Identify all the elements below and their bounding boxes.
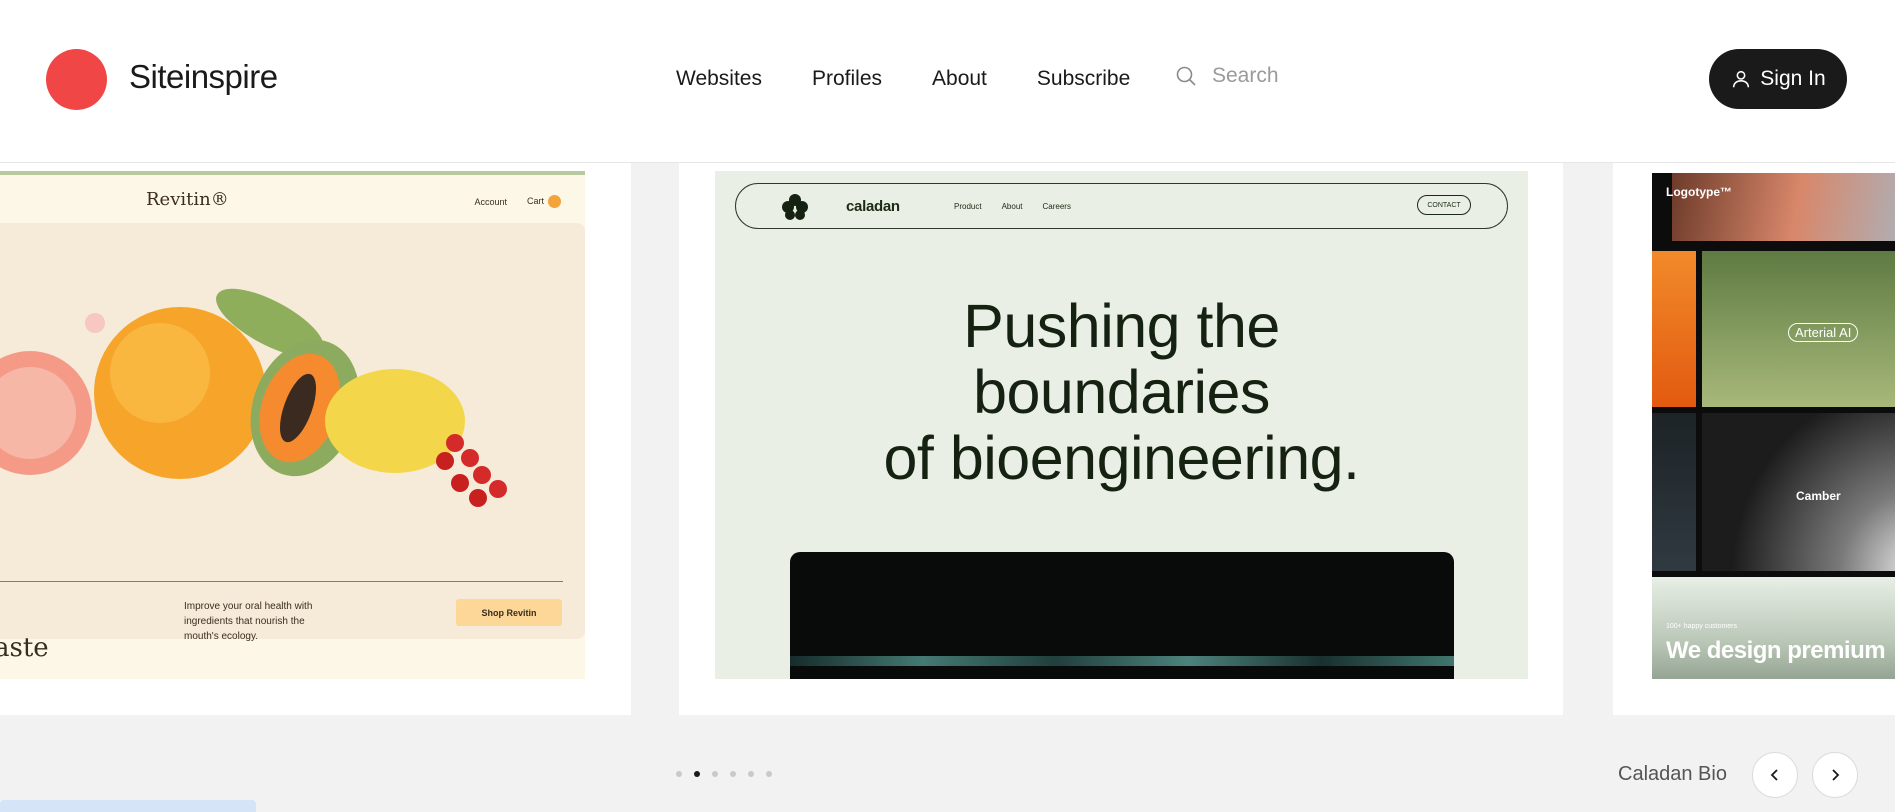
logotype-orange-tile	[1652, 251, 1696, 407]
chevron-left-icon	[1770, 769, 1778, 781]
revitin-logo: Revitin®	[146, 189, 229, 210]
caladan-media	[790, 552, 1454, 679]
nav-subscribe[interactable]: Subscribe	[1037, 67, 1130, 91]
chevron-right-icon	[1832, 769, 1840, 781]
carousel-card-caladan[interactable]: caladan Product About Careers CONTACT Pu…	[679, 163, 1563, 715]
carousel-dot[interactable]	[748, 771, 754, 777]
logotype-small-text: 100+ happy customers	[1666, 623, 1738, 630]
carousel-dot[interactable]	[766, 771, 772, 777]
site-preview-logotype: Logotype™ Arterial AI Camber 100+ happy …	[1652, 173, 1895, 679]
logo-dot[interactable]	[46, 49, 107, 110]
search-input[interactable]	[1212, 64, 1382, 88]
site-header: Siteinspire Websites Profiles About Subs…	[0, 0, 1895, 163]
caladan-nav: caladan Product About Careers CONTACT	[735, 183, 1508, 229]
headline-line-3: of bioengineering.	[883, 424, 1361, 492]
site-preview-revitin: Revitin® Account Cart Improve your oral …	[0, 171, 585, 679]
carousel-card-revitin[interactable]: Revitin® Account Cart Improve your oral …	[0, 163, 631, 715]
carousel-card-logotype[interactable]: Logotype™ Arterial AI Camber 100+ happy …	[1613, 163, 1895, 715]
search-box	[1174, 64, 1382, 88]
revitin-description: Improve your oral health with ingredient…	[184, 601, 313, 642]
logotype-top-image	[1672, 173, 1895, 241]
media-glow	[790, 656, 1454, 666]
shop-revitin-button: Shop Revitin	[456, 599, 562, 626]
carousel-dot[interactable]	[712, 771, 718, 777]
fruit-illustration	[0, 288, 507, 507]
caladan-link-about: About	[1001, 202, 1023, 211]
divider	[0, 581, 563, 582]
caladan-flower-icon	[782, 194, 808, 220]
revitin-account-link: Account	[474, 196, 507, 207]
carousel-dot[interactable]	[730, 771, 736, 777]
cart-icon	[548, 195, 561, 208]
caladan-brand: caladan	[846, 198, 900, 215]
revitin-cart-label: Cart	[526, 195, 544, 206]
revitin-heading: aste	[0, 633, 49, 663]
headline-line-2: boundaries	[973, 358, 1270, 426]
carousel-caption[interactable]: Caladan Bio	[1618, 763, 1727, 786]
nav-websites[interactable]: Websites	[676, 67, 762, 91]
caladan-headline: Pushing the boundaries of bioengineering…	[715, 293, 1528, 491]
nav-profiles[interactable]: Profiles	[812, 67, 882, 91]
camber-label: Camber	[1796, 489, 1841, 503]
bottom-banner	[0, 800, 256, 812]
sign-in-button[interactable]: Sign In	[1709, 49, 1847, 109]
site-preview-caladan: caladan Product About Careers CONTACT Pu…	[715, 171, 1528, 679]
carousel-dots	[676, 771, 772, 777]
main-nav: Websites Profiles About Subscribe	[676, 67, 1180, 91]
website-carousel: Revitin® Account Cart Improve your oral …	[0, 163, 1895, 715]
headline-line-1: Pushing the	[963, 292, 1280, 360]
user-icon	[1733, 70, 1750, 88]
next-button[interactable]	[1812, 752, 1858, 798]
caladan-contact-button: CONTACT	[1417, 195, 1471, 215]
caladan-link-product: Product	[954, 202, 982, 211]
sign-in-label: Sign In	[1760, 67, 1826, 90]
previous-button[interactable]	[1752, 752, 1798, 798]
arterial-label: Arterial AI	[1788, 323, 1859, 342]
carousel-dot-active[interactable]	[694, 771, 700, 777]
brand-name[interactable]: Siteinspire	[129, 58, 278, 96]
caladan-link-careers: Careers	[1042, 202, 1071, 211]
caladan-links: Product About Careers	[954, 202, 1071, 211]
revitin-cart-link: Cart	[527, 195, 561, 208]
revitin-nav: Account Cart	[474, 195, 561, 208]
logotype-big-text: We design premium	[1666, 637, 1886, 664]
search-icon	[1176, 66, 1196, 86]
logotype-brand: Logotype™	[1666, 185, 1732, 199]
carousel-dot[interactable]	[676, 771, 682, 777]
revitin-hero: Improve your oral health with ingredient…	[0, 223, 585, 663]
logotype-dark-tile	[1652, 413, 1696, 571]
nav-about[interactable]: About	[932, 67, 987, 91]
